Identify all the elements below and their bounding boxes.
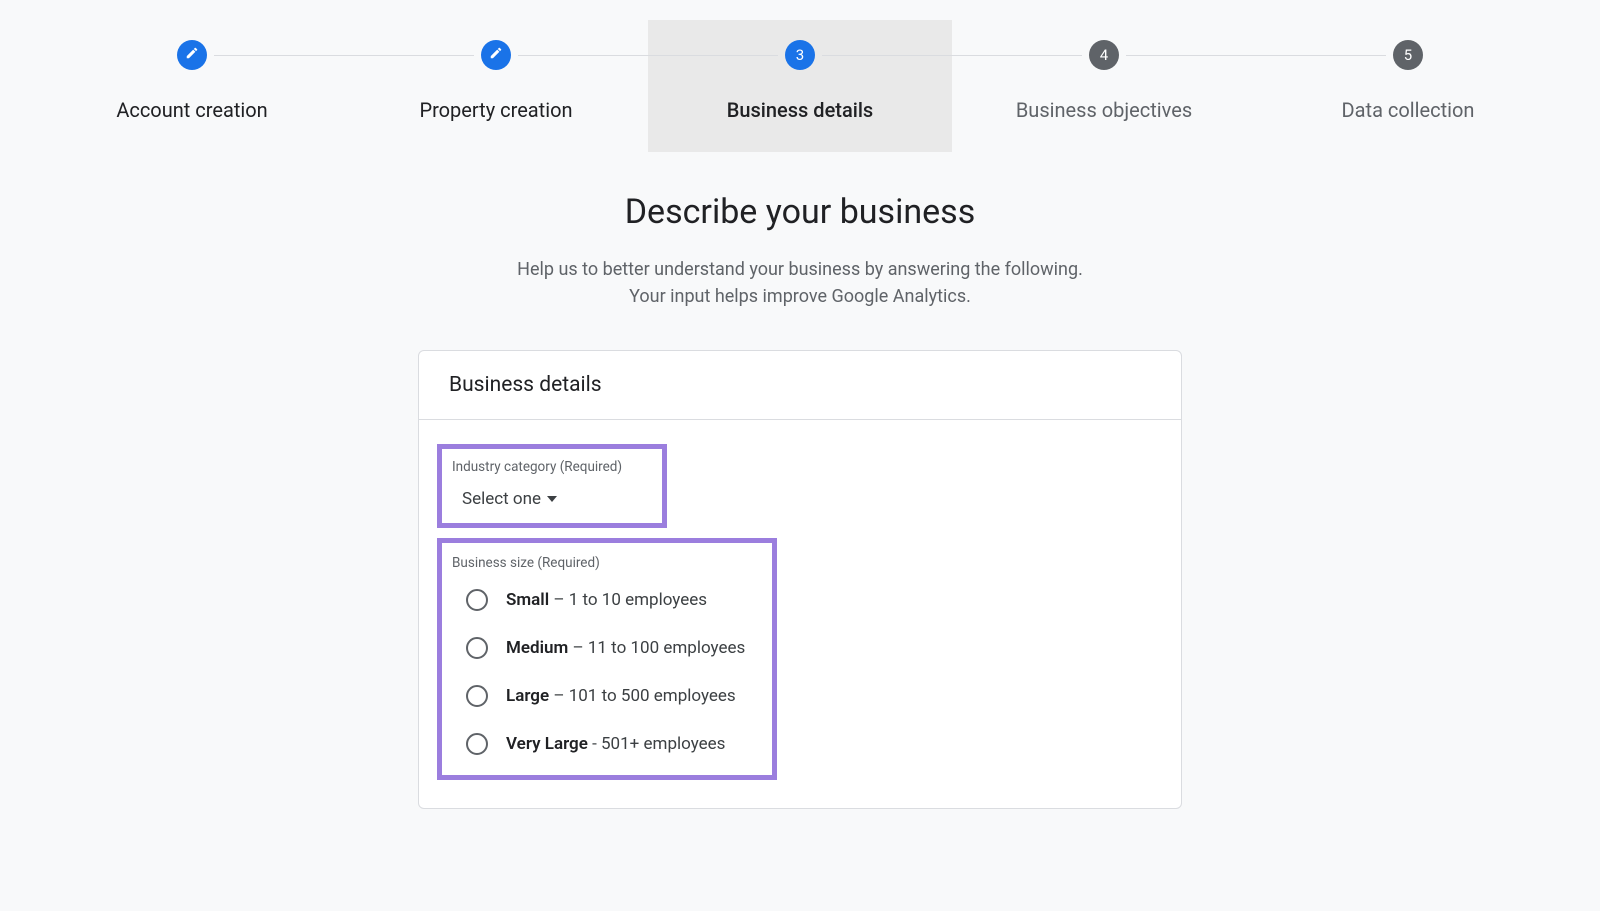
radio-icon bbox=[466, 733, 488, 755]
step-connector bbox=[518, 55, 648, 56]
industry-category-select[interactable]: Select one bbox=[452, 489, 652, 509]
step-connector bbox=[952, 55, 1082, 56]
step-circle-done bbox=[177, 40, 207, 70]
card-body: Industry category (Required) Select one … bbox=[419, 420, 1181, 808]
radio-desc: – 101 to 500 employees bbox=[549, 686, 736, 706]
radio-icon bbox=[466, 589, 488, 611]
business-size-highlight: Business size (Required) Small – 1 to 10… bbox=[437, 538, 777, 780]
card-header: Business details bbox=[419, 351, 1181, 420]
radio-icon bbox=[466, 685, 488, 707]
step-label: Property creation bbox=[419, 98, 572, 122]
industry-category-highlight: Industry category (Required) Select one bbox=[437, 444, 667, 528]
business-size-radio-group: Small – 1 to 10 employees Medium – 11 to… bbox=[452, 589, 762, 755]
step-connector bbox=[1256, 55, 1386, 56]
step-label: Business details bbox=[727, 98, 873, 122]
business-size-label: Business size (Required) bbox=[452, 555, 762, 571]
step-label: Account creation bbox=[116, 98, 267, 122]
radio-desc: - 501+ employees bbox=[588, 734, 726, 754]
subtitle-line2: Your input helps improve Google Analytic… bbox=[629, 286, 971, 307]
industry-category-label: Industry category (Required) bbox=[452, 459, 652, 475]
step-number: 4 bbox=[1100, 46, 1108, 64]
chevron-down-icon bbox=[547, 496, 557, 502]
subtitle-line1: Help us to better understand your busine… bbox=[517, 259, 1083, 280]
step-circle-upcoming: 4 bbox=[1089, 40, 1119, 70]
radio-label: Small – 1 to 10 employees bbox=[506, 590, 707, 610]
radio-name: Small bbox=[506, 590, 549, 610]
page-subtitle: Help us to better understand your busine… bbox=[0, 256, 1600, 310]
step-account-creation[interactable]: Account creation bbox=[40, 20, 344, 152]
step-data-collection[interactable]: 5 Data collection bbox=[1256, 20, 1560, 152]
step-circle-done bbox=[481, 40, 511, 70]
step-connector bbox=[822, 55, 952, 56]
radio-large[interactable]: Large – 101 to 500 employees bbox=[466, 685, 762, 707]
radio-desc: – 1 to 10 employees bbox=[549, 590, 707, 610]
pencil-icon bbox=[185, 46, 199, 64]
radio-very-large[interactable]: Very Large - 501+ employees bbox=[466, 733, 762, 755]
business-details-card: Business details Industry category (Requ… bbox=[418, 350, 1182, 809]
heading-block: Describe your business Help us to better… bbox=[0, 192, 1600, 310]
step-number: 5 bbox=[1404, 46, 1412, 64]
radio-small[interactable]: Small – 1 to 10 employees bbox=[466, 589, 762, 611]
step-label: Data collection bbox=[1342, 98, 1475, 122]
pencil-icon bbox=[489, 46, 503, 64]
step-connector bbox=[1126, 55, 1256, 56]
radio-icon bbox=[466, 637, 488, 659]
step-circle-upcoming: 5 bbox=[1393, 40, 1423, 70]
radio-label: Very Large - 501+ employees bbox=[506, 734, 725, 754]
radio-label: Medium – 11 to 100 employees bbox=[506, 638, 745, 658]
step-business-objectives[interactable]: 4 Business objectives bbox=[952, 20, 1256, 152]
select-value: Select one bbox=[462, 489, 541, 509]
step-business-details[interactable]: 3 Business details bbox=[648, 20, 952, 152]
radio-medium[interactable]: Medium – 11 to 100 employees bbox=[466, 637, 762, 659]
step-property-creation[interactable]: Property creation bbox=[344, 20, 648, 152]
page-title: Describe your business bbox=[0, 192, 1600, 232]
radio-name: Large bbox=[506, 686, 549, 706]
stepper: Account creation Property creation 3 Bus… bbox=[0, 0, 1600, 152]
radio-desc: – 11 to 100 employees bbox=[568, 638, 745, 658]
step-circle-current: 3 bbox=[785, 40, 815, 70]
step-label: Business objectives bbox=[1016, 98, 1192, 122]
step-connector bbox=[214, 55, 344, 56]
step-connector bbox=[344, 55, 474, 56]
radio-label: Large – 101 to 500 employees bbox=[506, 686, 736, 706]
radio-name: Medium bbox=[506, 638, 568, 658]
radio-name: Very Large bbox=[506, 734, 588, 754]
step-number: 3 bbox=[796, 46, 804, 64]
step-connector bbox=[648, 55, 778, 56]
